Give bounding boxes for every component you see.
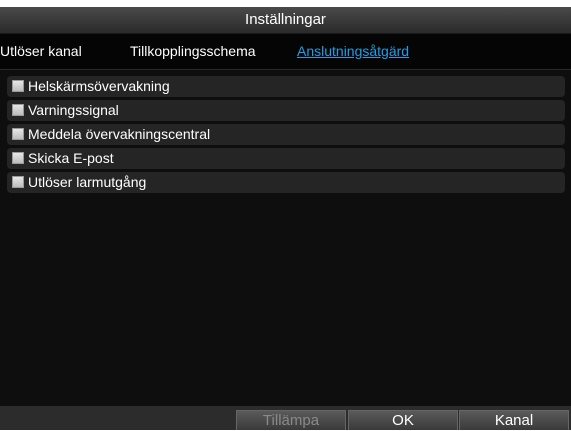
action-row-notify-surveillance-center[interactable]: Meddela övervakningscentral: [7, 124, 565, 145]
action-row-trigger-alarm-output[interactable]: Utlöser larmutgång: [7, 172, 565, 193]
tab-linkage-action[interactable]: Anslutningsåtgärd: [297, 42, 409, 60]
ok-button[interactable]: OK: [348, 410, 458, 430]
apply-button[interactable]: Tillämpa: [236, 410, 346, 430]
action-label: Meddela övervakningscentral: [28, 126, 211, 142]
tab-arming-schedule[interactable]: Tillkopplingsschema: [130, 42, 256, 60]
window-title: Inställningar: [0, 7, 571, 34]
tab-bar: Utlöser kanal Tillkopplingsschema Anslut…: [0, 34, 571, 70]
action-row-send-email[interactable]: Skicka E-post: [7, 148, 565, 169]
action-label: Skicka E-post: [28, 150, 114, 166]
action-row-fullscreen-monitoring[interactable]: Helskärmsövervakning: [7, 76, 565, 97]
checkbox-send-email[interactable]: [12, 152, 24, 164]
action-label: Utlöser larmutgång: [28, 174, 147, 190]
checkbox-trigger-alarm-output[interactable]: [12, 176, 24, 188]
checkbox-audible-warning[interactable]: [12, 104, 24, 116]
tab-trigger-channel[interactable]: Utlöser kanal: [0, 42, 82, 60]
button-bar: Tillämpa OK Kanal: [0, 406, 571, 430]
checkbox-notify-surveillance-center[interactable]: [12, 128, 24, 140]
action-label: Varningssignal: [28, 102, 119, 118]
checkbox-fullscreen-monitoring[interactable]: [12, 80, 24, 92]
settings-window: Inställningar Utlöser kanal Tillkoppling…: [0, 7, 571, 430]
channel-button[interactable]: Kanal: [459, 410, 569, 430]
action-label: Helskärmsövervakning: [28, 78, 170, 94]
action-row-audible-warning[interactable]: Varningssignal: [7, 100, 565, 121]
